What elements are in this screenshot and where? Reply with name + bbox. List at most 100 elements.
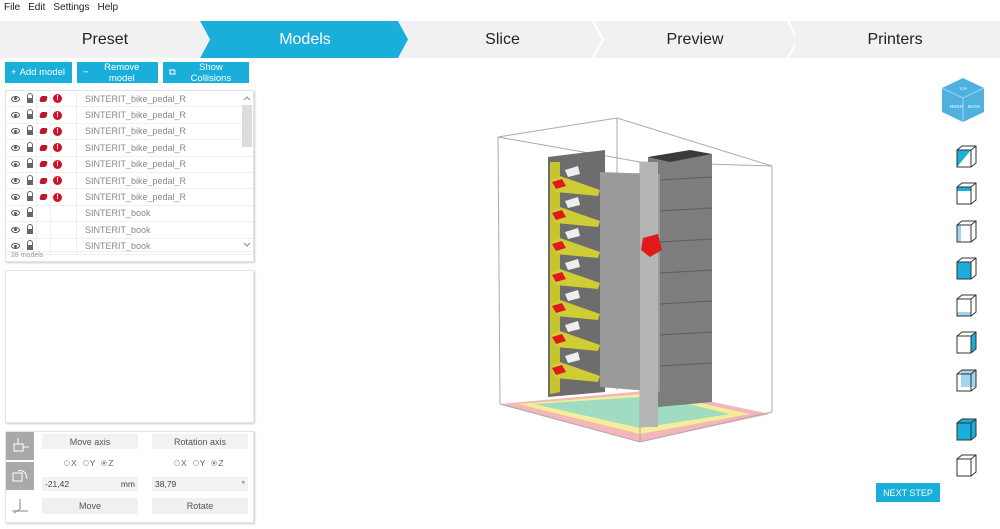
right-view-button[interactable] <box>953 329 981 357</box>
warning-cell: ! <box>50 172 64 189</box>
svg-text:TOP: TOP <box>959 86 967 91</box>
eye-icon <box>10 226 20 233</box>
step-printers[interactable]: Printers <box>790 21 1000 58</box>
axes-tool-icon <box>12 499 28 514</box>
warning-icon: ! <box>53 159 62 169</box>
lock-toggle[interactable] <box>22 189 36 205</box>
scroll-down-icon[interactable] <box>241 240 253 250</box>
visibility-toggle[interactable] <box>8 107 22 122</box>
workflow-steps: Preset Models Slice Preview Printers <box>0 21 1000 58</box>
warning-cell <box>50 205 64 222</box>
step-models[interactable]: Models <box>200 21 410 58</box>
top-view-button[interactable] <box>953 180 981 208</box>
lock-icon <box>26 240 33 251</box>
step-slice[interactable]: Slice <box>400 21 605 58</box>
rotation-axis-y[interactable]: Y <box>192 458 205 468</box>
lock-toggle[interactable] <box>22 172 36 189</box>
view-cube[interactable]: RIGHT BACK TOP <box>938 75 988 125</box>
list-scrollbar[interactable] <box>241 91 253 251</box>
eye-icon <box>10 177 20 184</box>
rotate-tool-button[interactable] <box>6 462 34 490</box>
bottom-view-button[interactable] <box>953 292 981 320</box>
visibility-toggle[interactable] <box>8 140 22 155</box>
right-view-icon <box>956 331 977 354</box>
scroll-up-icon[interactable] <box>241 93 253 103</box>
build-volume-scene <box>497 117 773 443</box>
menu-edit[interactable]: Edit <box>24 0 49 16</box>
move-axis-x[interactable]: X <box>64 458 77 468</box>
visibility-toggle[interactable] <box>8 189 22 204</box>
visibility-toggle[interactable] <box>8 124 22 139</box>
collision-cell <box>36 123 50 140</box>
model-list-row[interactable]: SINTERIT_book <box>6 205 253 223</box>
menu-file[interactable]: File <box>0 0 24 16</box>
3d-viewport[interactable] <box>260 62 940 522</box>
lock-icon <box>26 158 33 169</box>
lock-toggle[interactable] <box>22 91 36 107</box>
rotation-axis-x[interactable]: X <box>174 458 187 468</box>
model-list-row[interactable]: ! SINTERIT_bike_pedal_R <box>6 189 253 206</box>
model-list-row[interactable]: ! SINTERIT_bike_pedal_R <box>6 172 253 190</box>
model-list-row[interactable]: ! SINTERIT_bike_pedal_R <box>6 91 253 108</box>
collision-cell <box>36 172 50 189</box>
view-cube-icon: RIGHT BACK TOP <box>941 78 985 122</box>
menu-help[interactable]: Help <box>94 0 123 16</box>
show-collisions-button[interactable]: ⧉ Show Collisions <box>163 62 249 84</box>
collision-cell <box>36 189 50 205</box>
eye-icon <box>10 161 20 168</box>
lock-toggle[interactable] <box>22 123 36 140</box>
move-axis-z[interactable]: Z <box>101 458 114 468</box>
model-list-row[interactable]: SINTERIT_book <box>6 222 253 239</box>
collision-cell <box>36 91 50 107</box>
visibility-toggle[interactable] <box>8 157 22 172</box>
model-list-row[interactable]: ! SINTERIT_bike_pedal_R <box>6 123 253 141</box>
visibility-toggle[interactable] <box>8 222 22 237</box>
rotation-axis-z[interactable]: Z <box>211 458 224 468</box>
lock-toggle[interactable] <box>22 222 36 238</box>
scale-tool-button[interactable] <box>6 492 34 520</box>
move-value-input[interactable]: -21,42 mm <box>42 477 138 491</box>
lock-toggle[interactable] <box>22 156 36 172</box>
scrollbar-thumb[interactable] <box>242 105 252 147</box>
visibility-toggle[interactable] <box>8 91 22 106</box>
visibility-toggle[interactable] <box>8 206 22 221</box>
warning-cell: ! <box>50 107 64 123</box>
rotation-value-input[interactable]: 38,79 ° <box>152 477 248 491</box>
move-tool-icon <box>13 438 29 452</box>
front-view-button[interactable] <box>953 255 981 283</box>
bottom-view-icon <box>956 294 977 317</box>
move-tool-button[interactable] <box>6 432 34 460</box>
menu-settings[interactable]: Settings <box>49 0 93 16</box>
warning-icon: ! <box>53 143 62 153</box>
wireframe-view-button[interactable] <box>953 452 981 480</box>
model-list-row[interactable]: ! SINTERIT_bike_pedal_R <box>6 107 253 124</box>
model-name: SINTERIT_bike_pedal_R <box>76 107 186 123</box>
lock-toggle[interactable] <box>22 140 36 156</box>
collision-cell <box>36 107 50 123</box>
iso-view-button[interactable] <box>953 143 981 171</box>
step-preview[interactable]: Preview <box>595 21 795 58</box>
warning-icon: ! <box>53 192 62 202</box>
top-view-icon <box>956 182 977 205</box>
left-view-button[interactable] <box>953 218 981 246</box>
move-button[interactable]: Move <box>42 498 138 514</box>
rotate-button[interactable]: Rotate <box>152 498 248 514</box>
eye-icon <box>10 194 20 201</box>
model-list-row[interactable]: ! SINTERIT_bike_pedal_R <box>6 156 253 173</box>
warning-icon: ! <box>53 110 62 120</box>
model-list-row[interactable]: ! SINTERIT_bike_pedal_R <box>6 140 253 157</box>
lock-icon <box>26 174 33 185</box>
move-axis-y[interactable]: Y <box>82 458 95 468</box>
eye-icon <box>10 95 20 102</box>
step-preset[interactable]: Preset <box>0 21 210 58</box>
back-view-button[interactable] <box>953 367 981 395</box>
visibility-toggle[interactable] <box>8 173 22 188</box>
warning-icon: ! <box>53 94 62 104</box>
remove-model-button[interactable]: − Remove model <box>77 62 158 84</box>
add-model-button[interactable]: + Add model <box>5 62 72 83</box>
next-step-button[interactable]: NEXT STEP <box>876 483 940 502</box>
lock-toggle[interactable] <box>22 107 36 123</box>
lock-toggle[interactable] <box>22 205 36 222</box>
solid-view-button[interactable] <box>953 416 981 444</box>
rotation-axis-label: Rotation axis <box>152 434 248 449</box>
